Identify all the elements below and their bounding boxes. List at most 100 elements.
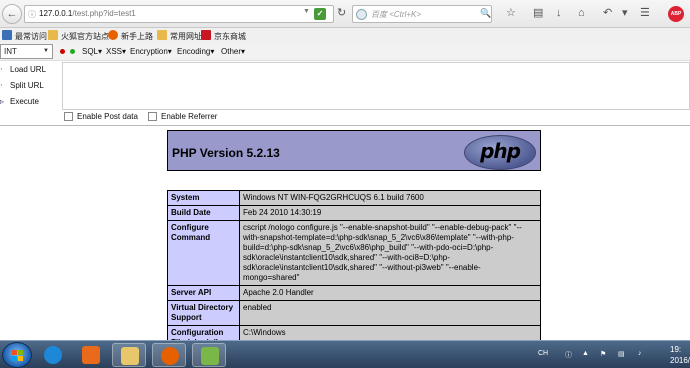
star-icon[interactable]: ☆ (506, 7, 516, 19)
enable-post-data-label: Enable Post data (77, 112, 138, 121)
flag-icon[interactable]: ⚑ (600, 350, 606, 358)
table-key: Server API (167, 285, 240, 301)
bookmark-label: 最常访问 (15, 32, 47, 41)
execute-label: Execute (10, 97, 39, 106)
media-player-icon (82, 346, 100, 364)
chevron-down-icon: ▼ (43, 48, 49, 54)
help-icon[interactable]: ⓘ (565, 350, 572, 360)
url-dropdown-icon[interactable]: ▼ (303, 8, 310, 15)
table-value: Apache 2.0 Handler (239, 285, 541, 301)
table-value: Feb 24 2010 14:30:19 (239, 205, 541, 221)
menu-icon[interactable]: ☰ (640, 7, 650, 19)
table-row: System Windows NT WIN-FQG2GRHCUQS 6.1 bu… (167, 190, 541, 206)
table-value: enabled (239, 300, 541, 326)
table-value: C:\Windows (239, 325, 541, 340)
bookmark-item[interactable]: 最常访问 (2, 30, 47, 42)
shield-icon[interactable]: ✓ (314, 8, 326, 20)
enable-post-data-checkbox[interactable]: Enable Post data (64, 112, 138, 121)
split-url-label: Split URL (10, 81, 44, 90)
phpinfo-table: System Windows NT WIN-FQG2GRHCUQS 6.1 bu… (167, 190, 541, 340)
menu-encoding[interactable]: Encoding▾ (177, 47, 214, 56)
bookmark-label: 新手上路 (121, 32, 153, 41)
load-url-button[interactable]: ⋅ Load URL (0, 65, 46, 74)
table-value: cscript /nologo configure.js "--enable-s… (239, 220, 541, 286)
jd-icon (201, 30, 211, 40)
menu-other[interactable]: Other▾ (221, 47, 245, 56)
page-content: PHP Version 5.2.13 php System Windows NT… (0, 126, 690, 340)
bookmark-label: 京东商城 (214, 32, 246, 41)
minus-icon[interactable] (60, 49, 65, 54)
url-bar[interactable]: ⓘ 127.0.0.1/test.php?id=test1 ▼ ✓ (24, 5, 334, 23)
taskbar-app[interactable] (192, 343, 226, 367)
dropdown-icon[interactable]: ▾ (622, 7, 628, 19)
back-arrow-icon: ← (6, 8, 18, 20)
adblock-icon[interactable]: ABP (668, 6, 684, 22)
folder-icon (121, 347, 139, 365)
phpinfo-header: PHP Version 5.2.13 php (167, 130, 541, 171)
menu-sql[interactable]: SQL▾ (82, 47, 102, 56)
folder-icon (157, 30, 167, 40)
execute-button[interactable]: ▹ Execute (0, 97, 39, 106)
bookmark-item[interactable]: 新手上路 (108, 30, 153, 42)
download-icon[interactable]: ↓ (556, 7, 562, 19)
table-row: Configure Command cscript /nologo config… (167, 220, 541, 286)
back-button[interactable]: ← (2, 4, 22, 24)
undo-icon[interactable]: ↶ (603, 7, 612, 19)
navigation-toolbar: ← ⓘ 127.0.0.1/test.php?id=test1 ▼ ✓ ↻ 百度… (0, 0, 690, 28)
hackbar-toolbar: INT ▼ SQL▾ XSS▾ Encryption▾ Encoding▾ Ot… (0, 43, 690, 61)
execute-icon: ▹ (0, 97, 5, 106)
network-icon[interactable]: ▤ (618, 350, 625, 358)
clock[interactable]: 19: 2016/ (670, 344, 690, 366)
taskbar-ie[interactable] (36, 343, 70, 367)
enable-referrer-label: Enable Referrer (161, 112, 218, 121)
hackbar-url-textarea[interactable] (62, 62, 690, 110)
page-title: PHP Version 5.2.13 (172, 146, 280, 160)
bookmark-item[interactable]: 常用网址 (157, 30, 202, 42)
taskbar-firefox[interactable] (152, 343, 186, 367)
start-button[interactable] (2, 342, 32, 368)
php-logo-text: php (480, 139, 521, 163)
table-row: Virtual Directory Support enabled (167, 300, 541, 326)
table-row: Build Date Feb 24 2010 14:30:19 (167, 205, 541, 221)
table-key: Build Date (167, 205, 240, 221)
volume-icon[interactable]: ♪ (638, 350, 642, 357)
bookmark-label: 火狐官方站点 (61, 32, 109, 41)
bookmark-item[interactable]: 京东商城 (201, 30, 246, 42)
load-url-label: Load URL (10, 65, 47, 74)
clipboard-icon[interactable]: ▤ (533, 7, 543, 19)
clock-date: 2016/ (670, 356, 690, 365)
windows-logo-icon (12, 350, 24, 362)
menu-xss[interactable]: XSS▾ (106, 47, 126, 56)
bookmark-item[interactable]: 火狐官方站点 (48, 30, 109, 42)
bookmark-label: 常用网址 (170, 32, 202, 41)
reload-icon[interactable]: ↻ (337, 6, 346, 19)
hackbar-type-select[interactable]: INT ▼ (0, 44, 53, 59)
internet-explorer-icon (44, 346, 62, 364)
clock-time: 19: (670, 345, 682, 354)
taskbar-media-player[interactable] (74, 343, 108, 367)
chart-app-icon (201, 347, 219, 365)
search-icon[interactable]: 🔍 (480, 8, 491, 19)
url-host: 127.0.0.1 (39, 9, 73, 18)
menu-encryption[interactable]: Encryption▾ (130, 47, 172, 56)
table-row: Configuration File (php.ini) C:\Windows (167, 325, 541, 340)
table-key: Configuration File (php.ini) (167, 325, 240, 340)
folder-icon (48, 30, 58, 40)
bookmarks-bar: 最常访问 火狐官方站点 新手上路 常用网址 京东商城 (0, 28, 690, 43)
url-text: 127.0.0.1/test.php?id=test1 (39, 9, 136, 18)
home-icon[interactable]: ⌂ (578, 7, 585, 19)
checkbox-icon (64, 112, 73, 121)
plus-icon[interactable] (70, 49, 75, 54)
search-bar[interactable]: 百度 <Ctrl+K> 🔍 (352, 5, 492, 23)
split-url-button[interactable]: ⋅ Split URL (0, 81, 44, 90)
tray-expand-icon[interactable]: ▲ (582, 350, 589, 357)
search-input[interactable]: 百度 <Ctrl+K> (371, 9, 421, 20)
taskbar-explorer[interactable] (112, 343, 146, 367)
table-key: System (167, 190, 240, 206)
url-path: /test.php?id=test1 (72, 9, 136, 18)
enable-referrer-checkbox[interactable]: Enable Referrer (148, 112, 217, 121)
language-indicator[interactable]: CH (538, 350, 548, 357)
hackbar-select-value: INT (4, 47, 17, 56)
search-engine-icon[interactable] (356, 9, 367, 20)
table-key: Virtual Directory Support (167, 300, 240, 326)
